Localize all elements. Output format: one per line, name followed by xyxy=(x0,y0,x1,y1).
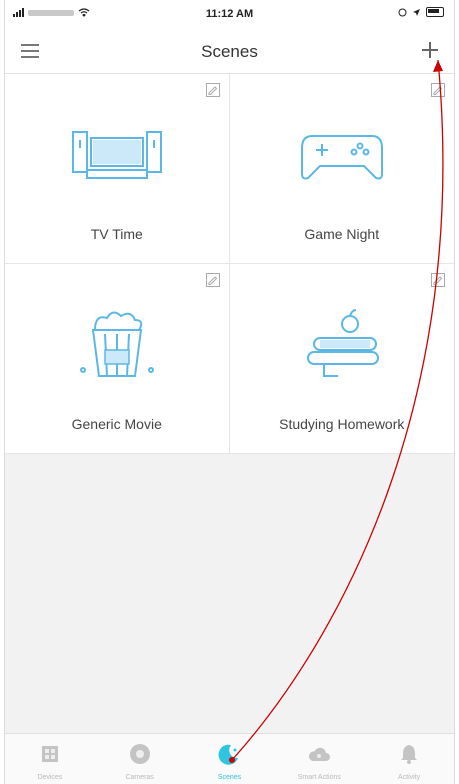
tab-label: Cameras xyxy=(125,774,154,781)
scene-label: TV Time xyxy=(90,226,143,242)
tv-icon xyxy=(71,131,162,179)
navigation-bar: Scenes xyxy=(5,28,454,74)
scene-label: Generic Movie xyxy=(71,416,162,432)
tab-label: Devices xyxy=(37,774,63,781)
scene-tile-tv-time[interactable]: TV Time xyxy=(5,74,230,264)
battery-icon xyxy=(426,7,444,17)
tab-smart-actions[interactable]: Smart Actions xyxy=(274,734,364,784)
cloud-icon xyxy=(309,747,331,761)
tab-label: Scenes xyxy=(217,774,242,781)
scene-tile-generic-movie[interactable]: Generic Movie xyxy=(5,264,230,454)
edit-icon[interactable] xyxy=(430,82,446,98)
edit-icon[interactable] xyxy=(205,82,221,98)
tab-activity[interactable]: Activity xyxy=(364,734,454,784)
add-scene-button[interactable] xyxy=(418,38,442,62)
scene-tile-studying-homework[interactable]: Studying Homework xyxy=(229,264,454,454)
phone-screen: 11:12 AM Scenes TV Time Game Night Gener… xyxy=(4,0,455,784)
edit-icon[interactable] xyxy=(205,272,221,288)
tab-label: Smart Actions xyxy=(297,774,341,781)
tab-devices[interactable]: Devices xyxy=(5,734,95,784)
tab-cameras[interactable]: Cameras xyxy=(95,734,185,784)
gamepad-icon xyxy=(300,135,383,180)
location-icon xyxy=(413,8,420,16)
scene-label: Game Night xyxy=(304,226,380,242)
camera-icon xyxy=(129,744,150,764)
orientation-lock-icon xyxy=(398,8,407,16)
scene-tile-game-night[interactable]: Game Night xyxy=(229,74,454,264)
page-title: Scenes xyxy=(201,42,258,61)
scenes-grid: TV Time Game Night Generic Movie Studyin… xyxy=(5,74,454,454)
status-bar: 11:12 AM xyxy=(5,0,454,28)
bell-icon xyxy=(401,745,418,764)
edit-icon[interactable] xyxy=(430,272,446,288)
tab-label: Activity xyxy=(398,774,421,781)
status-right-group xyxy=(398,7,444,17)
status-time: 11:12 AM xyxy=(205,8,254,20)
tab-scenes[interactable]: Scenes xyxy=(185,734,275,784)
books-apple-icon xyxy=(306,309,379,377)
bottom-tab-bar: Devices Cameras Scenes Smart Actions Act… xyxy=(5,733,454,784)
scenes-icon xyxy=(219,744,239,765)
devices-icon xyxy=(41,746,58,762)
scene-label: Studying Homework xyxy=(279,416,405,432)
popcorn-icon xyxy=(79,311,154,377)
